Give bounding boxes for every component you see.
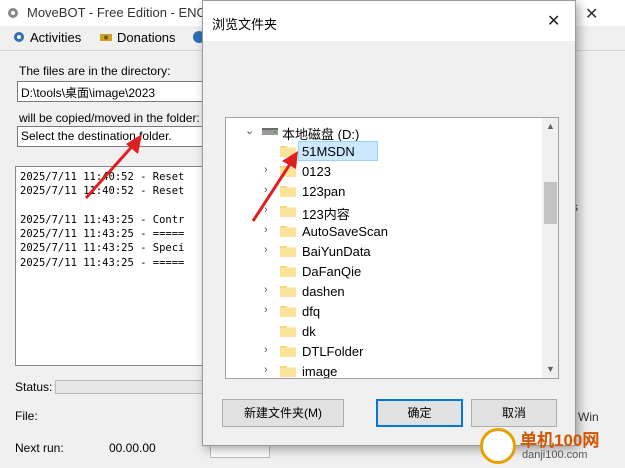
- tree-item-label: BaiYunData: [302, 244, 371, 259]
- tree-item-label: DaFanQie: [302, 264, 362, 279]
- chevron-right-icon[interactable]: ›: [264, 284, 274, 298]
- folder-icon: [280, 326, 296, 337]
- tree-item-label: AutoSaveScan: [302, 224, 389, 239]
- app-close-icon[interactable]: ✕: [585, 4, 598, 24]
- money-icon: [100, 34, 112, 41]
- tree-item-label: 123pan: [302, 184, 346, 199]
- folder-icon: [280, 266, 296, 277]
- close-icon[interactable]: ✕: [547, 11, 560, 31]
- tree-item-dtlfolder[interactable]: › DTLFolder: [226, 341, 544, 361]
- chevron-down-icon[interactable]: ⌄: [245, 124, 255, 138]
- chevron-right-icon[interactable]: ›: [264, 244, 274, 258]
- cancel-button[interactable]: 取消: [471, 399, 557, 427]
- dialog-title: 浏览文件夹: [212, 17, 278, 32]
- folder-icon: [280, 246, 296, 257]
- tree-item-label: dfq: [302, 304, 321, 319]
- chevron-right-icon[interactable]: ›: [264, 364, 274, 378]
- tree-root-drive[interactable]: ⌄ 本地磁盘 (D:): [226, 121, 544, 142]
- tree-item-label: dk: [302, 324, 316, 339]
- tree-scrollbar[interactable]: ▲ ▼: [542, 118, 558, 378]
- drive-icon: [262, 128, 278, 135]
- gear-icon: [14, 32, 24, 42]
- scroll-thumb[interactable]: [544, 182, 557, 224]
- menu-donations[interactable]: Donations: [99, 30, 176, 45]
- folder-icon: [280, 306, 296, 317]
- file-label: File:: [15, 409, 38, 423]
- tree-item-label: image: [302, 364, 338, 379]
- menu-activities[interactable]: Activities: [12, 30, 81, 45]
- folder-icon: [280, 286, 296, 297]
- dir-field[interactable]: D:\tools\桌面\image\2023: [17, 81, 207, 102]
- status-progress-bar: [55, 380, 215, 394]
- dest-label: will be copied/moved in the folder:: [19, 111, 200, 125]
- log-line: 2025/7/11 11:43:25 - Speci: [20, 242, 185, 255]
- menu-donations-label: Donations: [117, 30, 176, 45]
- tree-item-label: dashen: [302, 284, 345, 299]
- log-line: 2025/7/11 11:43:25 - =====: [20, 256, 185, 269]
- dialog-titlebar: 浏览文件夹 ✕: [203, 1, 575, 41]
- status-label: Status:: [15, 380, 53, 394]
- app-title: MoveBOT - Free Edition - ENG: [27, 5, 207, 20]
- next-run-label: Next run:: [15, 441, 64, 455]
- folder-icon: [280, 226, 296, 237]
- log-line: 2025/7/11 11:43:25 - =====: [20, 228, 185, 241]
- dir-label: The files are in the directory:: [19, 64, 171, 78]
- tree-item-dashen[interactable]: › dashen: [226, 281, 544, 301]
- folder-icon: [280, 366, 296, 377]
- watermark-plus-icon: [480, 428, 516, 464]
- log-line: 2025/7/11 11:43:25 - Contr: [20, 213, 185, 226]
- annotation-arrow-icon: [84, 134, 142, 199]
- chevron-right-icon[interactable]: ›: [264, 304, 274, 318]
- tree-item-label: 51MSDN: [302, 144, 355, 159]
- watermark-text: 单机100网: [520, 431, 600, 450]
- scroll-down-icon[interactable]: ▼: [542, 361, 558, 378]
- tree-item-dafanqie[interactable]: DaFanQie: [226, 261, 544, 281]
- tree-item-image[interactable]: › image: [226, 361, 544, 379]
- tree-item-dk[interactable]: dk: [226, 321, 544, 341]
- menu-activities-label: Activities: [30, 30, 82, 45]
- tree-item-baiyundata[interactable]: › BaiYunData: [226, 241, 544, 261]
- watermark-logo: 单机100网 danji100.com: [478, 424, 625, 468]
- chevron-right-icon[interactable]: ›: [264, 344, 274, 358]
- folder-icon: [280, 346, 296, 357]
- right-fragment-win: Win: [578, 410, 599, 424]
- scroll-up-icon[interactable]: ▲: [542, 118, 558, 135]
- annotation-arrow-icon: [251, 151, 298, 222]
- tree-item-dfq[interactable]: › dfq: [226, 301, 544, 321]
- tree-item-label: DTLFolder: [302, 344, 364, 359]
- ok-button[interactable]: 确定: [376, 399, 463, 427]
- next-run-value: 00.00.00: [109, 441, 156, 455]
- watermark-url: danji100.com: [522, 449, 588, 461]
- chevron-right-icon[interactable]: ›: [264, 224, 274, 238]
- gear-app-icon: [8, 8, 18, 18]
- new-folder-button[interactable]: 新建文件夹(M): [222, 399, 344, 427]
